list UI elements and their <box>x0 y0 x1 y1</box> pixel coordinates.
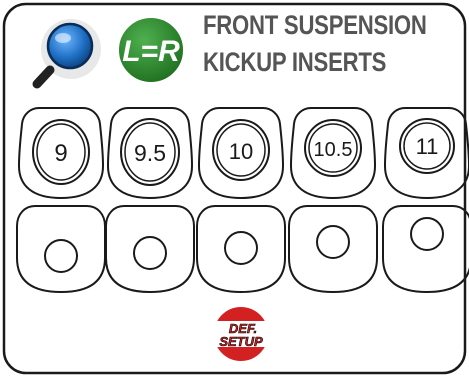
insert-label: 11 <box>416 134 439 159</box>
title-line-1: FRONT SUSPENSION <box>203 10 427 40</box>
default-setup-badge: DEF. SETUP <box>212 305 270 363</box>
symmetry-badge: L=R <box>117 16 185 84</box>
default-setup-line2: SETUP <box>219 334 263 349</box>
insert-label: 9.5 <box>134 140 166 166</box>
insert-label: 10 <box>229 139 253 164</box>
title-line-2: KICKUP INSERTS <box>203 47 387 77</box>
insert-label: 10.5 <box>314 139 353 161</box>
symmetry-label: L=R <box>122 35 180 68</box>
insert-label: 9 <box>54 140 67 167</box>
